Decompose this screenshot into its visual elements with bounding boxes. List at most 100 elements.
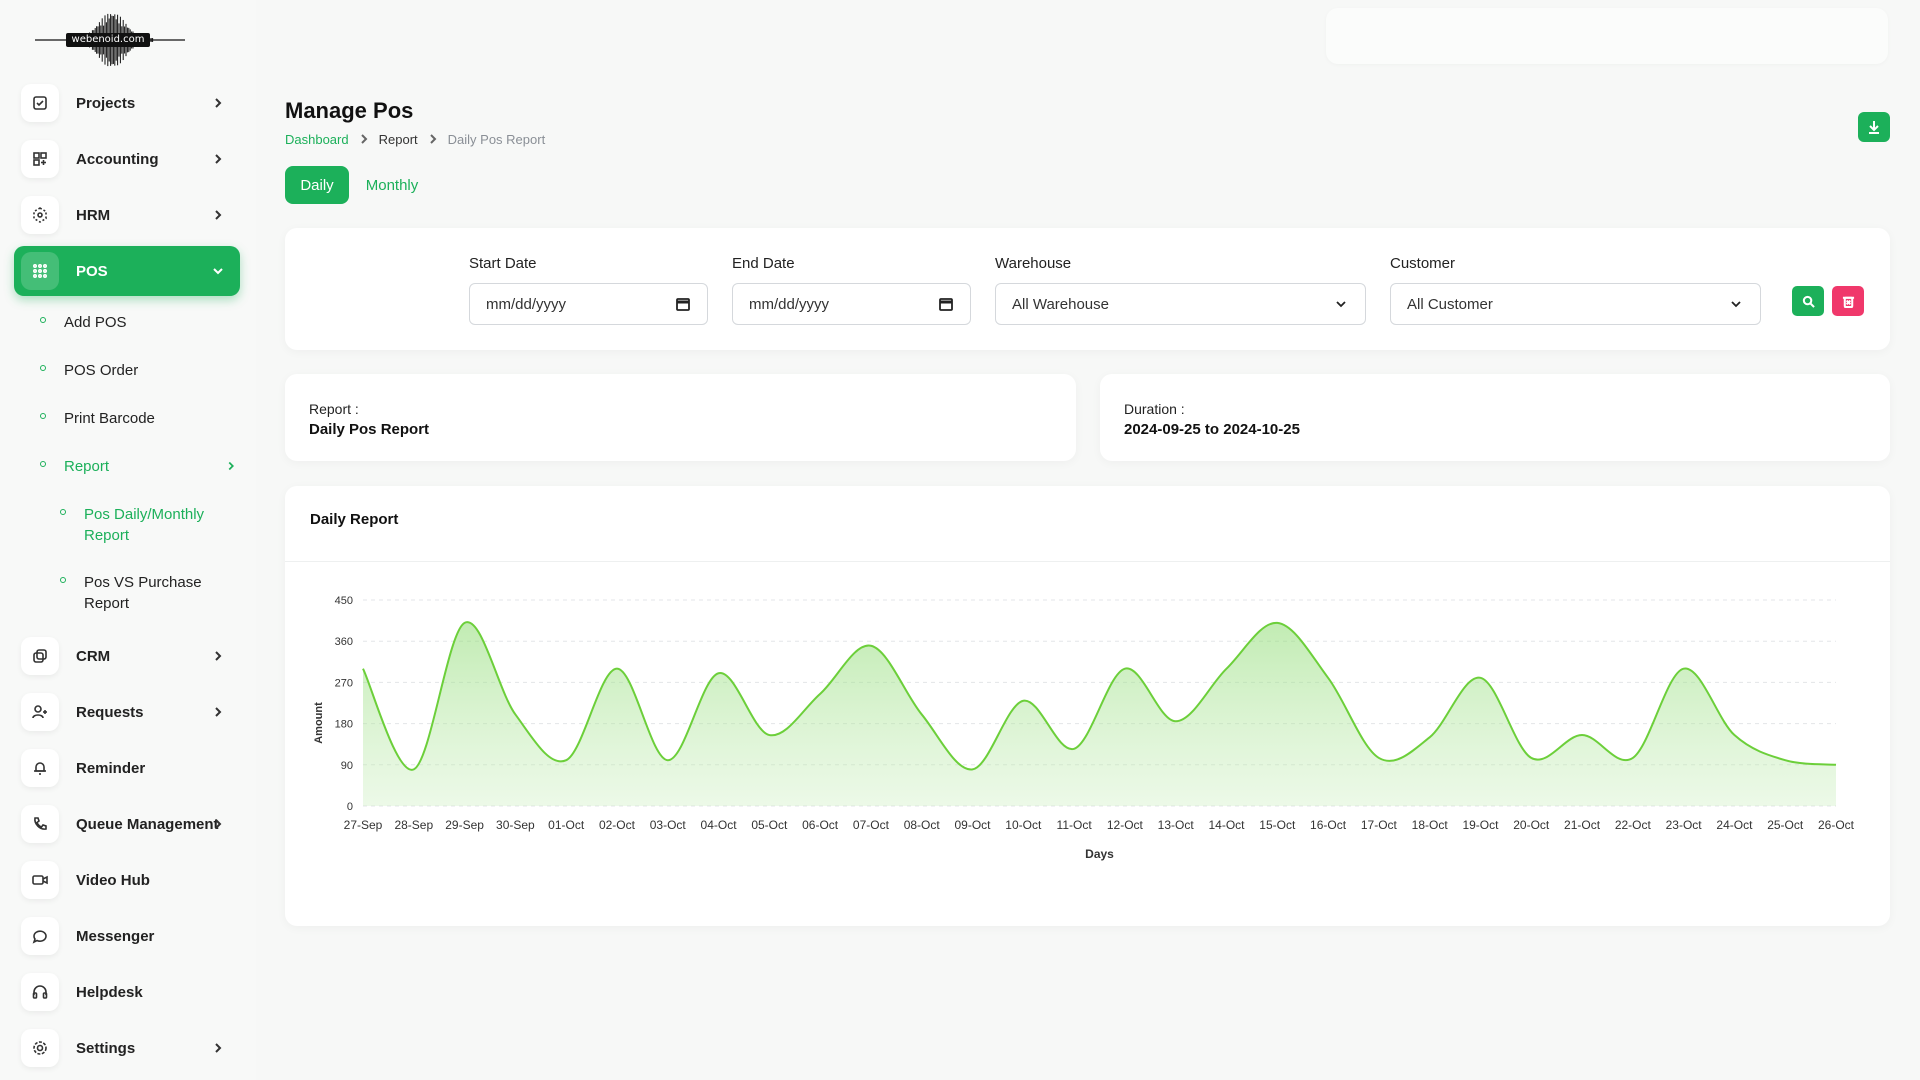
user-plus-icon	[21, 693, 59, 731]
end-date-input[interactable]: mm/dd/yyyy	[732, 283, 971, 325]
sidebar-item-video[interactable]: Video Hub	[14, 855, 240, 905]
report-label: Report :	[309, 401, 359, 417]
customer-select[interactable]: All Customer	[1390, 283, 1761, 325]
start-date-label: Start Date	[469, 255, 537, 272]
sidebar-item-label: CRM	[76, 647, 111, 665]
x-tick-label: 24-Oct	[1716, 818, 1753, 832]
sidebar-item-hrm[interactable]: HRM	[14, 190, 240, 240]
x-tick-label: 03-Oct	[650, 818, 687, 832]
x-tick-label: 26-Oct	[1818, 818, 1855, 832]
sidebar-item-settings[interactable]: Settings	[14, 1023, 240, 1073]
sidebar-item-messenger[interactable]: Messenger	[14, 911, 240, 961]
sidebar-item-accounting[interactable]: Accounting	[14, 134, 240, 184]
sidebar-subitem-report[interactable]: Report	[40, 456, 234, 477]
x-tick-label: 21-Oct	[1564, 818, 1601, 832]
brand-logo[interactable]: webenoid.com	[30, 6, 190, 78]
x-tick-label: 10-Oct	[1005, 818, 1042, 832]
calendar-icon[interactable]	[675, 296, 691, 316]
sidebar-item-requests[interactable]: Requests	[14, 687, 240, 737]
chevron-down-icon	[1728, 296, 1744, 316]
x-tick-label: 29-Sep	[445, 818, 484, 832]
sidebar-item-label: Projects	[76, 94, 136, 112]
chevron-right-icon	[224, 459, 238, 478]
duration-label: Duration :	[1124, 401, 1185, 417]
chevron-down-icon	[1333, 296, 1349, 316]
sidebar-item-label: Queue Management	[76, 815, 219, 833]
video-icon	[21, 861, 59, 899]
sidebar-report-item-1[interactable]: Pos VS Purchase Report	[60, 572, 230, 614]
breadcrumb: Dashboard Report Daily Pos Report	[285, 132, 555, 147]
y-tick-label: 180	[335, 719, 353, 731]
tab-daily[interactable]: Daily	[285, 166, 349, 204]
sidebar-item-projects[interactable]: Projects	[14, 78, 240, 128]
headset-icon	[21, 973, 59, 1011]
calendar-icon[interactable]	[938, 296, 954, 316]
start-date-value: mm/dd/yyyy	[486, 295, 567, 313]
chart-title: Daily Report	[310, 511, 399, 528]
sidebar-item-reminder[interactable]: Reminder	[14, 743, 240, 793]
checkbox-icon	[21, 84, 59, 122]
sidebar-item-label: Reminder	[76, 759, 146, 777]
header-search-area[interactable]	[1326, 8, 1888, 64]
sidebar-subitem-pos-order[interactable]: POS Order	[40, 360, 138, 381]
chevron-right-icon	[210, 1040, 226, 1056]
y-tick-label: 0	[347, 801, 353, 813]
duration-info-card: Duration : 2024-09-25 to 2024-10-25	[1100, 374, 1890, 461]
bullet-icon	[40, 413, 46, 419]
trash-icon	[1842, 296, 1854, 308]
y-tick-label: 270	[335, 677, 353, 689]
chevron-down-icon	[210, 263, 226, 279]
sidebar-report-label: Pos VS Purchase Report	[84, 574, 202, 612]
x-tick-label: 19-Oct	[1462, 818, 1499, 832]
divider	[285, 561, 1890, 562]
warehouse-value: All Warehouse	[1012, 295, 1109, 313]
y-axis-title: Amount	[313, 702, 325, 744]
x-tick-label: 18-Oct	[1412, 818, 1449, 832]
x-tick-label: 05-Oct	[751, 818, 788, 832]
sidebar-item-queue[interactable]: Queue Management	[14, 799, 240, 849]
chevron-right-icon	[210, 648, 226, 664]
layers-icon	[21, 637, 59, 675]
warehouse-select[interactable]: All Warehouse	[995, 283, 1366, 325]
sidebar-item-label: Requests	[76, 703, 144, 721]
hexagon-icon	[21, 196, 59, 234]
sidebar-item-crm[interactable]: CRM	[14, 631, 240, 681]
sidebar-subitem-add-pos[interactable]: Add POS	[40, 312, 127, 333]
customer-label: Customer	[1390, 255, 1456, 272]
bell-icon	[21, 749, 59, 787]
reset-button[interactable]	[1832, 286, 1864, 316]
x-tick-label: 08-Oct	[904, 818, 941, 832]
download-button[interactable]	[1858, 112, 1890, 142]
end-date-value: mm/dd/yyyy	[749, 295, 830, 313]
sidebar-item-pos[interactable]: POS	[14, 246, 240, 296]
chevron-right-icon	[210, 151, 226, 167]
sidebar-subitem-label: Print Barcode	[64, 410, 155, 427]
breadcrumb-current: Daily Pos Report	[447, 132, 546, 147]
sidebar-subitem-label: Add POS	[64, 314, 127, 331]
sidebar-item-label: POS	[76, 262, 108, 280]
bullet-icon	[60, 577, 66, 583]
download-icon	[1869, 121, 1879, 134]
sidebar-report-item-0[interactable]: Pos Daily/Monthly Report	[60, 504, 230, 546]
warehouse-label: Warehouse	[995, 255, 1072, 272]
breadcrumb-dashboard[interactable]: Dashboard	[285, 132, 349, 147]
y-tick-label: 360	[335, 636, 353, 648]
tab-monthly[interactable]: Monthly	[356, 166, 428, 204]
x-tick-label: 28-Sep	[394, 818, 433, 832]
start-date-input[interactable]: mm/dd/yyyy	[469, 283, 708, 325]
search-button[interactable]	[1792, 286, 1824, 316]
sidebar-subitem-print-barcode[interactable]: Print Barcode	[40, 408, 155, 429]
chart-card: Daily Report 0 90 180 270 360 450 27-Sep 28-Sep…	[285, 486, 1890, 926]
sidebar-subitem-label: Report	[64, 458, 110, 475]
bullet-icon	[40, 365, 46, 371]
chevron-right-icon	[210, 704, 226, 720]
x-tick-label: 27-Sep	[344, 818, 383, 832]
x-tick-label: 13-Oct	[1158, 818, 1195, 832]
sidebar-item-helpdesk[interactable]: Helpdesk	[14, 967, 240, 1017]
sidebar-item-label: Video Hub	[76, 871, 150, 889]
sidebar-report-label: Pos Daily/Monthly Report	[84, 506, 205, 544]
sidebar-subitem-label: POS Order	[64, 362, 139, 379]
bullet-icon	[40, 461, 46, 467]
sidebar-item-label: HRM	[76, 206, 111, 224]
phone-icon	[21, 805, 59, 843]
